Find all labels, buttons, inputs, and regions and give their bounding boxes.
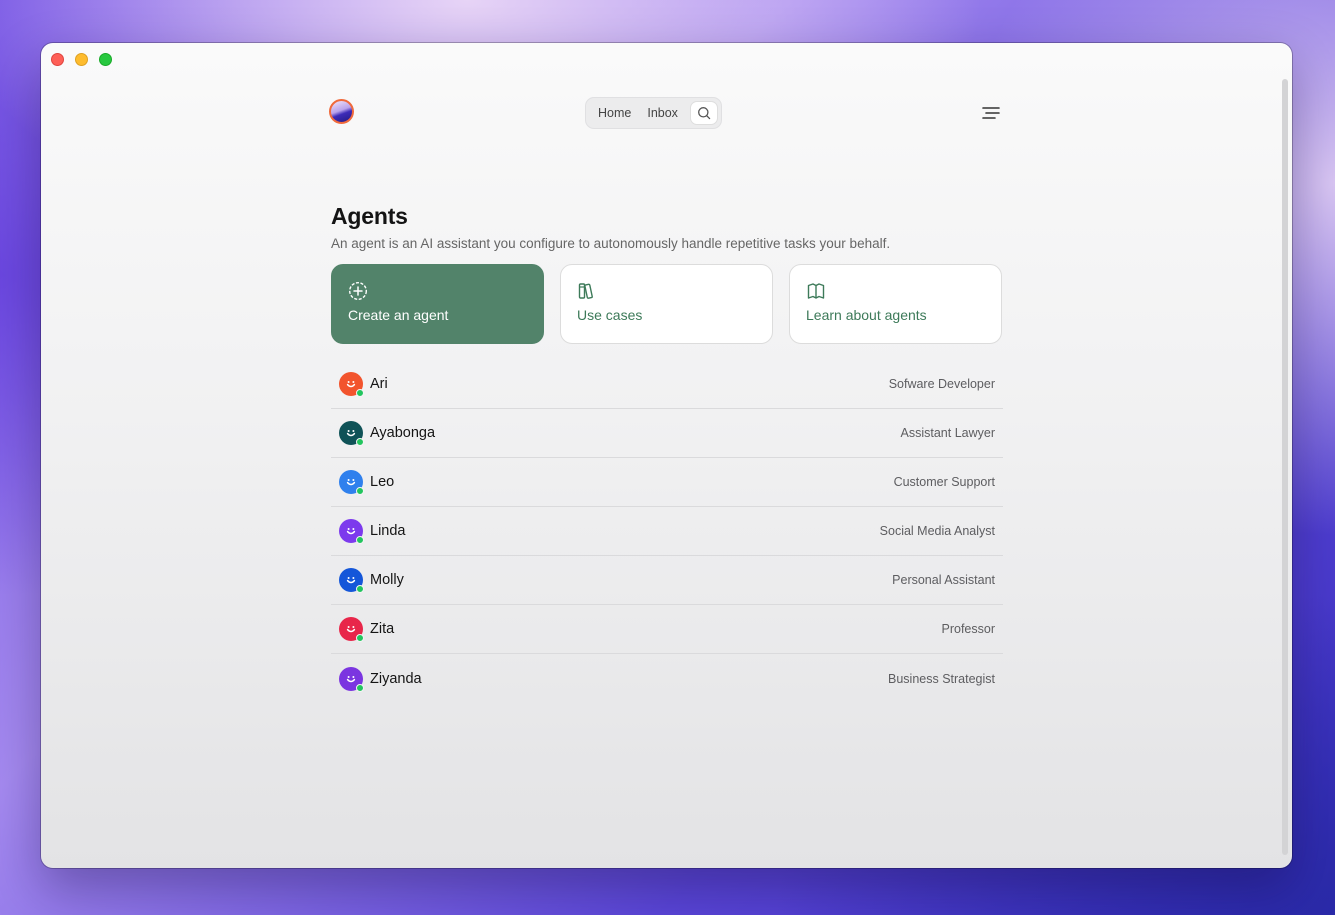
use-cases-card[interactable]: Use cases <box>560 264 773 344</box>
agent-role: Business Strategist <box>888 671 995 686</box>
app-logo[interactable] <box>329 99 354 124</box>
agent-row[interactable]: Linda Social Media Analyst <box>331 507 1003 556</box>
action-cards: Create an agent Use cases Learn about ag… <box>331 264 1003 344</box>
page-title: Agents <box>331 203 408 229</box>
search-icon <box>697 107 711 120</box>
top-bar: Home Inbox <box>329 97 1001 129</box>
nav-inbox-link[interactable]: Inbox <box>639 106 686 120</box>
avatar <box>339 519 364 544</box>
smiley-icon <box>346 577 356 584</box>
smiley-icon <box>346 626 356 633</box>
menu-icon <box>982 107 1000 119</box>
use-cases-label: Use cases <box>577 307 643 323</box>
app-window: Home Inbox Agents An agent is an AI assi… <box>41 43 1292 868</box>
agent-role: Sofware Developer <box>888 377 995 391</box>
agent-row[interactable]: Leo Customer Support <box>331 458 1003 507</box>
create-agent-label: Create an agent <box>348 307 449 323</box>
close-window-button[interactable] <box>51 53 64 66</box>
window-controls <box>51 53 112 66</box>
books-icon <box>578 283 593 299</box>
avatar <box>339 568 364 593</box>
online-status-dot <box>356 585 364 593</box>
online-status-dot <box>356 389 364 397</box>
avatar <box>339 470 364 495</box>
create-agent-card[interactable]: Create an agent <box>331 264 544 344</box>
avatar <box>339 617 364 642</box>
agent-row[interactable]: Zita Professor <box>331 605 1003 654</box>
agent-row[interactable]: Ziyanda Business Strategist <box>331 654 1003 703</box>
agent-row[interactable]: Ari Sofware Developer <box>331 360 1003 409</box>
plus-circle-icon <box>348 281 368 301</box>
main-nav: Home Inbox <box>585 97 722 129</box>
agent-role: Professor <box>941 622 996 636</box>
smiley-icon <box>346 381 356 388</box>
page-subtitle: An agent is an AI assistant you configur… <box>331 236 891 251</box>
online-status-dot <box>356 438 364 446</box>
agent-name: Linda <box>370 523 406 539</box>
avatar <box>339 666 364 692</box>
agents-list: Ari Sofware Developer Ayabonga Assistant… <box>331 360 1003 703</box>
avatar <box>339 372 364 397</box>
agent-role: Customer Support <box>893 475 995 489</box>
agent-role: Assistant Lawyer <box>900 426 995 440</box>
agent-name: Leo <box>370 474 395 490</box>
main-content: Agents An agent is an AI assistant you c… <box>331 203 1003 703</box>
agent-name: Ziyanda <box>370 670 422 687</box>
online-status-dot <box>356 683 364 692</box>
online-status-dot <box>356 634 364 642</box>
smiley-icon <box>346 430 356 437</box>
agent-name: Molly <box>370 572 404 588</box>
zoom-window-button[interactable] <box>99 53 112 66</box>
online-status-dot <box>356 487 364 495</box>
avatar <box>339 421 364 446</box>
agent-row[interactable]: Molly Personal Assistant <box>331 556 1003 605</box>
agent-row[interactable]: Ayabonga Assistant Lawyer <box>331 409 1003 458</box>
smiley-icon <box>346 528 356 535</box>
agent-name: Ari <box>370 376 388 392</box>
learn-agents-label: Learn about agents <box>806 307 927 323</box>
nav-home-link[interactable]: Home <box>598 106 639 120</box>
search-button[interactable] <box>689 101 718 125</box>
menu-button[interactable] <box>981 105 1001 121</box>
scrollbar[interactable] <box>1282 79 1288 855</box>
agent-name: Ayabonga <box>370 425 436 441</box>
agent-role: Social Media Analyst <box>879 524 995 538</box>
agent-name: Zita <box>370 621 395 637</box>
agent-role: Personal Assistant <box>892 573 995 587</box>
smiley-icon <box>346 675 356 682</box>
minimize-window-button[interactable] <box>75 53 88 66</box>
open-book-icon <box>807 283 825 299</box>
learn-agents-card[interactable]: Learn about agents <box>789 264 1002 344</box>
online-status-dot <box>356 536 364 544</box>
smiley-icon <box>346 479 356 486</box>
